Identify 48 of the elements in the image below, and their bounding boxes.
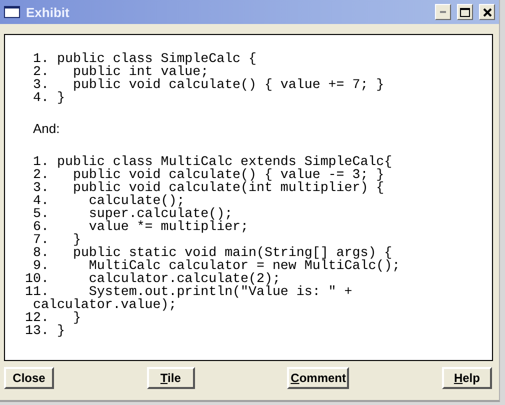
line-number: 13. (24, 324, 50, 337)
line-number: 2. (32, 65, 50, 78)
code-line: calculator.value); (32, 298, 177, 311)
maximize-button[interactable] (457, 4, 473, 20)
code-line: public void calculate() { value += 7; } (72, 78, 384, 91)
separator-text: And: (32, 120, 61, 138)
code-line: public static void main(String[] args) { (72, 246, 392, 259)
code-line: System.out.println("Value is: " + (88, 285, 352, 298)
line-number: 5. (32, 207, 50, 220)
code-line: public void calculate(int multiplier) { (72, 181, 384, 194)
line-number: 7. (32, 233, 50, 246)
code-line: } (72, 311, 81, 324)
minimize-button[interactable] (435, 4, 451, 20)
line-number: 1. (32, 52, 50, 65)
code-line: MultiCalc calculator = new MultiCalc(); (88, 259, 400, 272)
code-line: public int value; (72, 65, 209, 78)
code-line: super.calculate(); (88, 207, 233, 220)
code-line: value *= multiplier; (88, 220, 249, 233)
close-button[interactable] (479, 4, 495, 20)
code-line: public void calculate() { value -= 3; } (72, 168, 384, 181)
line-number: 11. (24, 285, 49, 298)
line-number: 3. (32, 78, 50, 91)
code-line: } (57, 324, 65, 337)
line-number: 2. (32, 168, 50, 181)
code-line: public class MultiCalc extends SimpleCalc{ (57, 155, 392, 168)
line-number: 8. (32, 246, 50, 259)
dialog-button[interactable]: Close (4, 367, 54, 389)
line-number: 1. (32, 155, 50, 168)
line-number: 4. (32, 91, 50, 104)
line-number: 6. (32, 220, 50, 233)
dialog-button[interactable]: Help (442, 367, 492, 389)
line-number: 9. (32, 259, 50, 272)
code-line: } (72, 233, 81, 246)
code-line: public class SimpleCalc { (57, 52, 256, 65)
line-number: 4. (32, 194, 50, 207)
code-line: calculator.calculate(2); (88, 272, 280, 285)
window-icon (4, 6, 20, 18)
line-number: 12. (24, 311, 49, 324)
code-line: } (57, 91, 65, 104)
minimize-icon (440, 11, 446, 13)
dialog-button[interactable]: Tile (146, 367, 195, 389)
dialog-button[interactable]: Comment (287, 367, 350, 389)
code-line: calculate(); (88, 194, 185, 207)
close-icon (482, 8, 492, 16)
window-title: Exhibit (26, 4, 70, 20)
line-number: 10. (24, 272, 50, 285)
line-number: 3. (32, 181, 50, 194)
maximize-icon (460, 8, 470, 16)
